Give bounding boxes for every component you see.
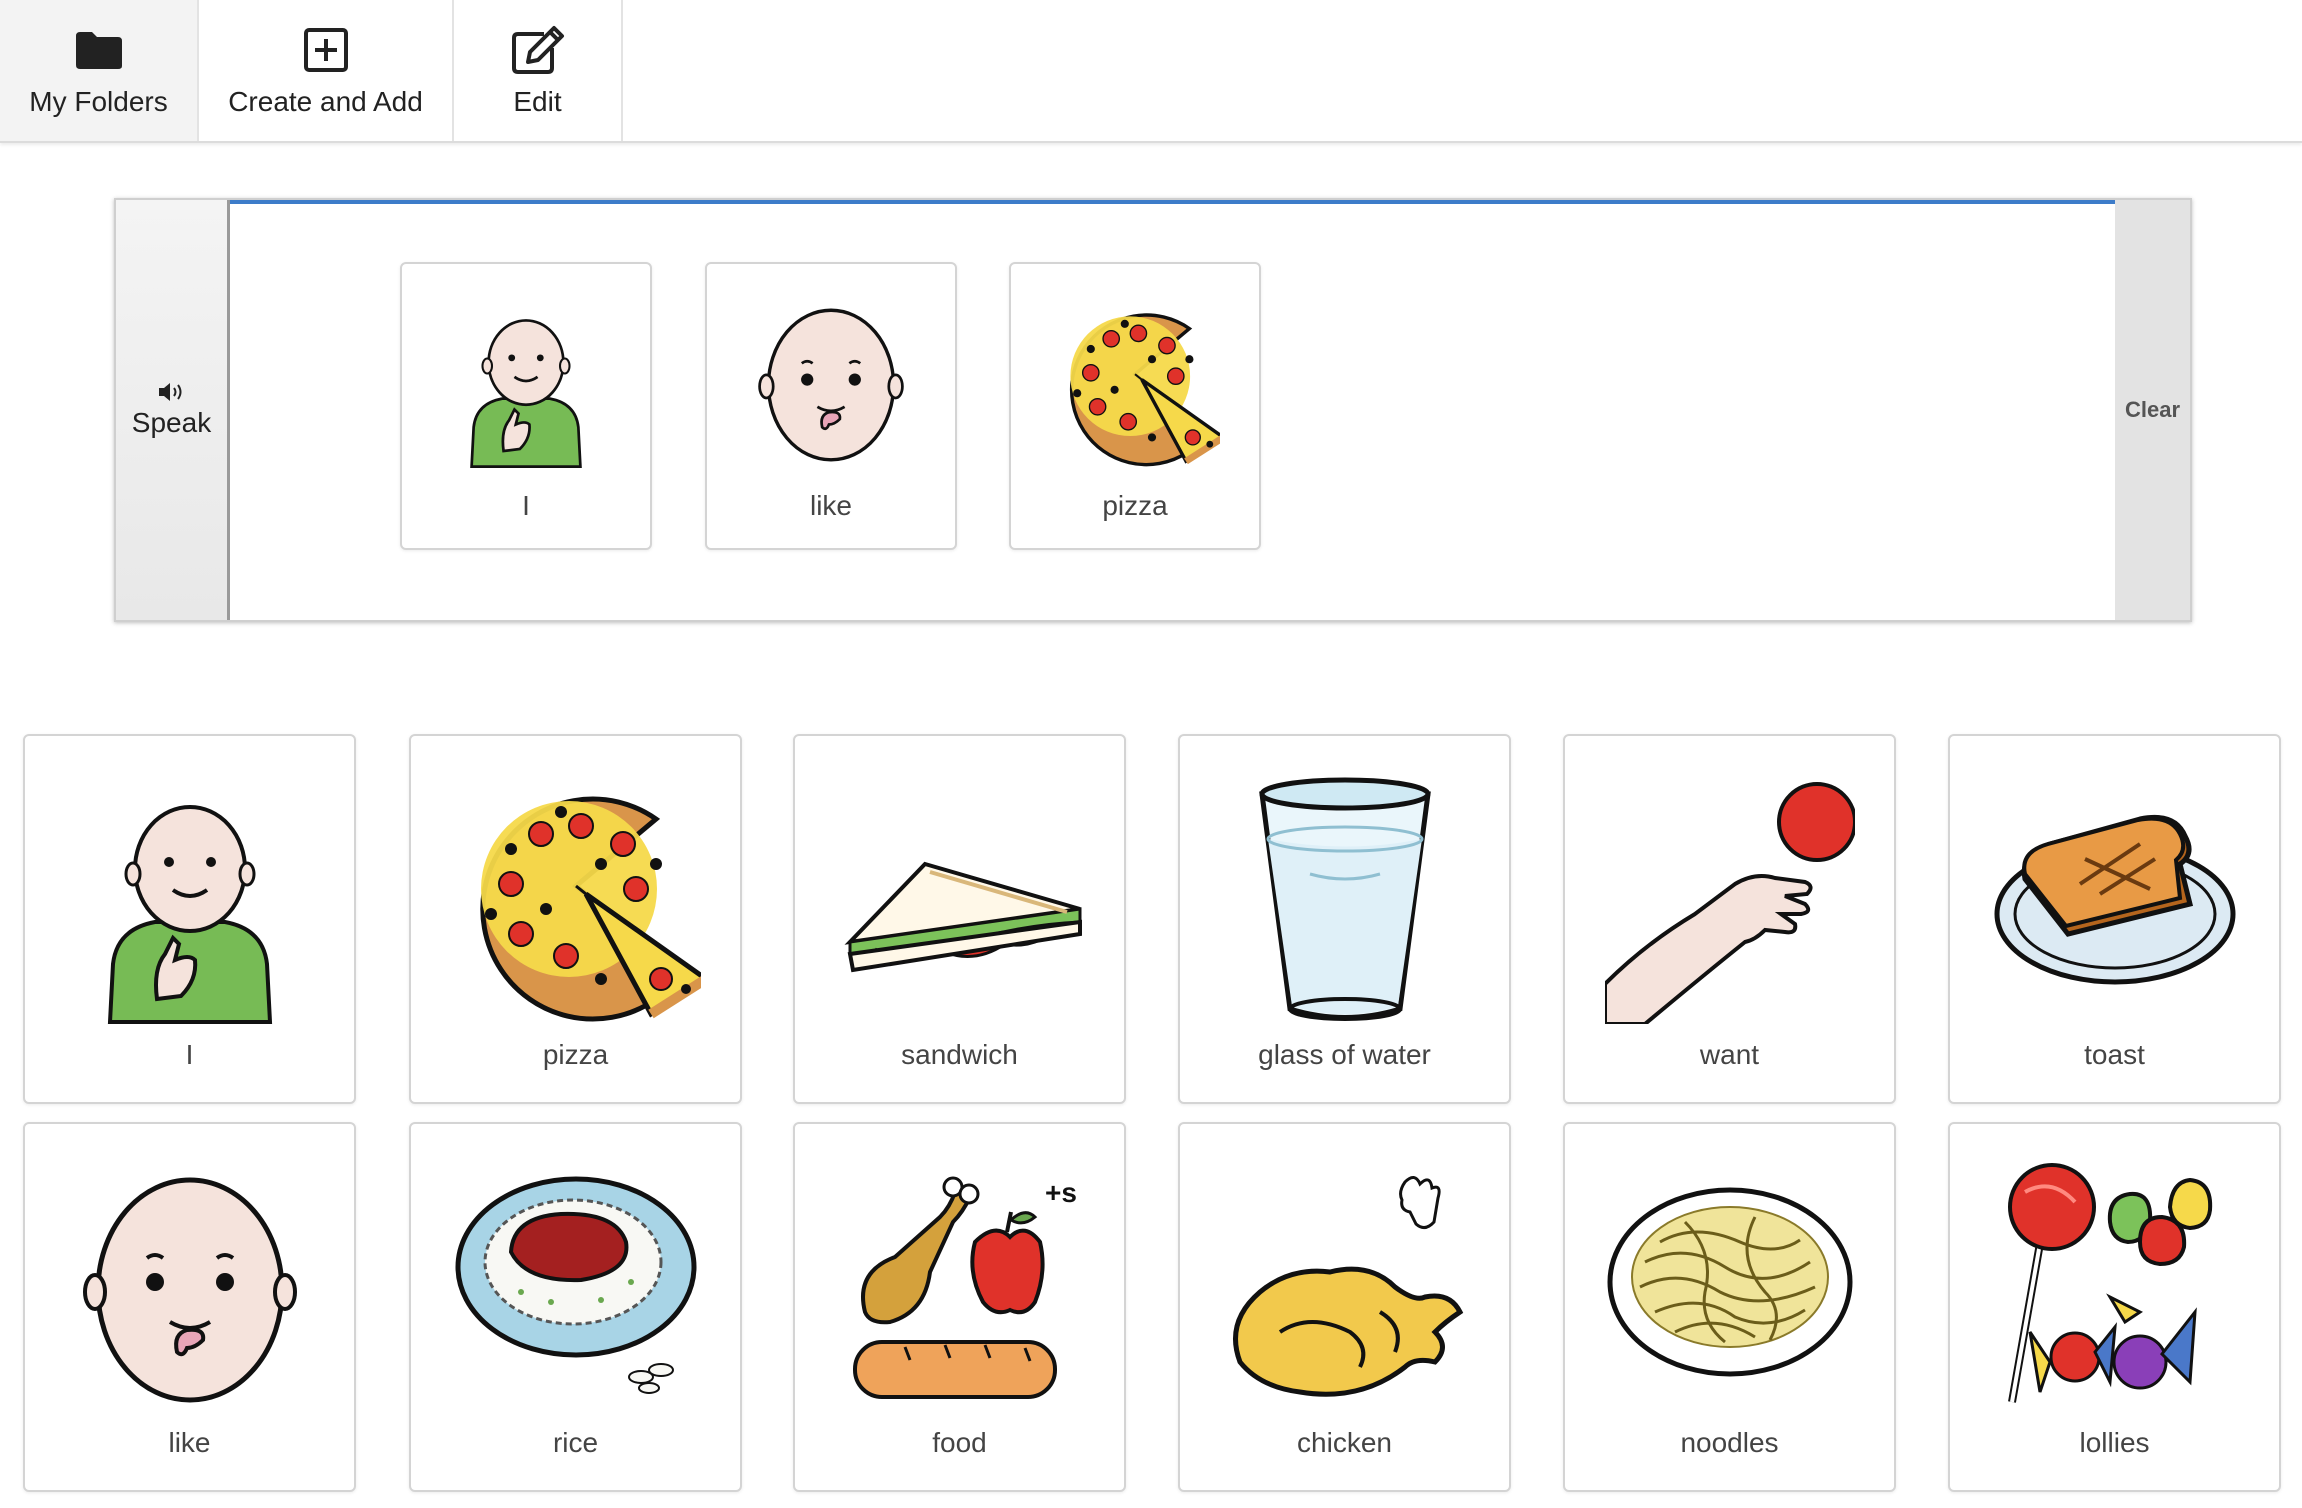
face-licking-icon — [65, 1162, 315, 1412]
tile-label: noodles — [1680, 1427, 1779, 1458]
tile-label: pizza — [542, 1039, 609, 1070]
rice-icon — [451, 1162, 701, 1412]
person-i-icon — [65, 774, 315, 1024]
sentence-word-like[interactable]: like — [705, 262, 957, 550]
tile-lollies[interactable]: lollies — [1948, 1122, 2281, 1492]
speak-label: Speak — [131, 407, 212, 438]
sentence-bar: Speak I like pizza Clear — [114, 198, 2192, 622]
tile-sandwich[interactable]: sandwich — [793, 734, 1126, 1104]
tile-rice[interactable]: rice — [409, 1122, 742, 1492]
food-icon: +s — [835, 1162, 1085, 1412]
word-label: pizza — [1102, 490, 1168, 521]
person-i-icon — [441, 298, 611, 468]
my-folders-button[interactable]: My Folders — [0, 0, 199, 141]
toast-icon — [1990, 774, 2240, 1024]
plus-square-icon — [303, 24, 349, 76]
my-folders-label: My Folders — [29, 85, 168, 117]
tile-i[interactable]: I — [23, 734, 356, 1104]
roast-chicken-icon — [1220, 1162, 1470, 1412]
tile-chicken[interactable]: chicken — [1178, 1122, 1511, 1492]
tile-label: like — [168, 1427, 211, 1458]
sentence-area[interactable]: I like pizza — [230, 200, 2115, 620]
speak-button[interactable]: Speak — [116, 200, 230, 620]
word-label: I — [522, 490, 530, 521]
create-and-add-label: Create and Add — [228, 85, 423, 117]
tile-toast[interactable]: toast — [1948, 734, 2281, 1104]
pizza-icon — [451, 774, 701, 1024]
tile-label: want — [1699, 1039, 1760, 1070]
tile-label: chicken — [1297, 1427, 1392, 1458]
pizza-icon — [1050, 298, 1220, 468]
tile-noodles[interactable]: noodles — [1563, 1122, 1896, 1492]
edit-button[interactable]: Edit — [454, 0, 623, 141]
tile-want[interactable]: want — [1563, 734, 1896, 1104]
create-and-add-button[interactable]: Create and Add — [199, 0, 454, 141]
word-label: like — [809, 490, 852, 521]
edit-label: Edit — [513, 85, 562, 117]
face-licking-icon — [746, 298, 916, 468]
tile-label: I — [185, 1039, 194, 1070]
tile-label: toast — [2084, 1039, 2145, 1070]
edit-pencil-icon — [510, 24, 566, 76]
speaker-icon — [157, 381, 187, 403]
clear-button[interactable]: Clear — [2115, 200, 2190, 620]
sentence-word-i[interactable]: I — [400, 262, 652, 550]
tile-like[interactable]: like — [23, 1122, 356, 1492]
glass-of-water-icon — [1220, 774, 1470, 1024]
tile-label: rice — [552, 1427, 599, 1458]
top-toolbar: My Folders Create and Add Edit — [0, 0, 2302, 143]
plural-marker: +s — [1045, 1177, 1077, 1208]
tile-glass-of-water[interactable]: glass of water — [1178, 734, 1511, 1104]
lollies-icon — [1990, 1162, 2240, 1412]
sentence-word-pizza[interactable]: pizza — [1009, 262, 1261, 550]
clear-label: Clear — [2124, 397, 2181, 422]
noodles-icon — [1605, 1162, 1855, 1412]
tile-label: sandwich — [901, 1039, 1018, 1070]
tile-food[interactable]: +s food — [793, 1122, 1126, 1492]
tile-label: lollies — [2079, 1427, 2150, 1458]
tile-label: glass of water — [1258, 1039, 1431, 1070]
tile-label: food — [932, 1427, 987, 1458]
sandwich-icon — [835, 774, 1085, 1024]
want-reaching-hand-icon — [1604, 774, 1855, 1024]
tile-pizza[interactable]: pizza — [409, 734, 742, 1104]
folder-icon — [74, 24, 124, 76]
